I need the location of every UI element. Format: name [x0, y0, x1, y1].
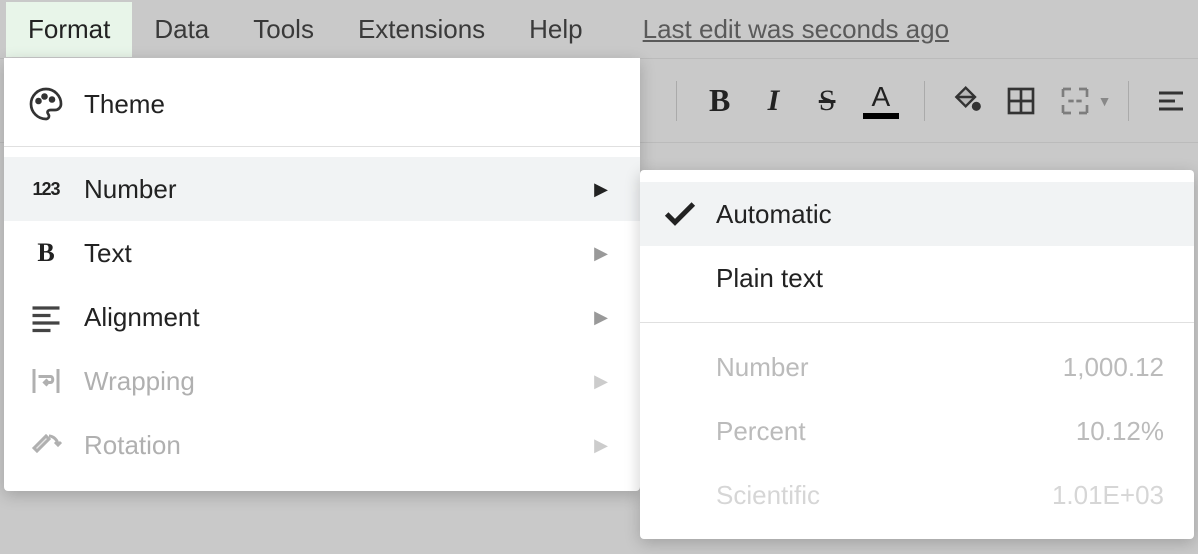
dropdown-separator [4, 146, 640, 147]
submenu-separator [640, 322, 1194, 323]
text-color-icon: A [863, 83, 899, 119]
strikethrough-button[interactable]: S [808, 79, 846, 123]
format-alignment[interactable]: Alignment ▶ [4, 285, 640, 349]
toolbar-separator [1128, 81, 1129, 121]
text-color-button[interactable]: A [862, 79, 900, 123]
menu-format[interactable]: Format [6, 2, 132, 57]
align-icon [1155, 85, 1187, 117]
number-automatic-label: Automatic [716, 199, 1164, 230]
format-text-label: Text [84, 238, 594, 269]
number-submenu: Automatic Plain text Number 1,000.12 Per… [640, 170, 1194, 539]
rotation-icon [28, 427, 64, 463]
number-percent-example: 10.12% [1076, 416, 1164, 447]
borders-icon [1005, 85, 1037, 117]
format-wrapping[interactable]: Wrapping ▶ [4, 349, 640, 413]
format-number-label: Number [84, 174, 594, 205]
number-number-example: 1,000.12 [1063, 352, 1164, 383]
borders-button[interactable] [1002, 79, 1040, 123]
menubar: Format Data Tools Extensions Help Last e… [0, 0, 1198, 58]
horizontal-align-button[interactable] [1152, 79, 1190, 123]
number-scientific[interactable]: Scientific 1.01E+03 [640, 463, 1194, 527]
fill-color-button[interactable] [949, 79, 987, 123]
bold-icon: B [28, 235, 64, 271]
number-percent-label: Percent [716, 416, 1076, 447]
menu-help[interactable]: Help [507, 2, 604, 57]
check-icon [660, 194, 700, 234]
format-theme[interactable]: Theme [4, 72, 640, 136]
check-placeholder [660, 347, 700, 387]
number-number-label: Number [716, 352, 1063, 383]
format-dropdown: Theme 123 Number ▶ B Text ▶ Alignment ▶ [4, 58, 640, 491]
bold-button[interactable]: B [701, 79, 739, 123]
menu-extensions[interactable]: Extensions [336, 2, 507, 57]
format-number[interactable]: 123 Number ▶ [4, 157, 640, 221]
number-number[interactable]: Number 1,000.12 [640, 335, 1194, 399]
paint-bucket-icon [951, 85, 983, 117]
strikethrough-icon: S [819, 84, 836, 118]
format-rotation-label: Rotation [84, 430, 594, 461]
last-edit-link[interactable]: Last edit was seconds ago [643, 14, 949, 45]
check-placeholder [660, 411, 700, 451]
chevron-right-icon: ▶ [594, 435, 608, 456]
chevron-right-icon: ▶ [594, 371, 608, 392]
merge-cells-button[interactable] [1056, 79, 1094, 123]
format-theme-label: Theme [84, 89, 616, 120]
number-scientific-label: Scientific [716, 480, 1052, 511]
format-rotation[interactable]: Rotation ▶ [4, 413, 640, 477]
italic-button[interactable]: I [755, 79, 793, 123]
check-placeholder [660, 475, 700, 515]
number-plain-text[interactable]: Plain text [640, 246, 1194, 310]
italic-icon: I [768, 84, 780, 118]
format-wrapping-label: Wrapping [84, 366, 594, 397]
check-placeholder [660, 258, 700, 298]
number-automatic[interactable]: Automatic [640, 182, 1194, 246]
toolbar-separator [676, 81, 677, 121]
format-text[interactable]: B Text ▶ [4, 221, 640, 285]
menu-tools[interactable]: Tools [231, 2, 336, 57]
menu-data[interactable]: Data [132, 2, 231, 57]
toolbar-separator [924, 81, 925, 121]
chevron-right-icon: ▶ [594, 243, 608, 264]
number-scientific-example: 1.01E+03 [1052, 480, 1164, 511]
chevron-right-icon: ▶ [594, 179, 608, 200]
number-123-icon: 123 [28, 171, 64, 207]
merge-icon [1059, 85, 1091, 117]
chevron-right-icon: ▶ [594, 307, 608, 328]
alignment-icon [28, 299, 64, 335]
number-plain-text-label: Plain text [716, 263, 1164, 294]
format-alignment-label: Alignment [84, 302, 594, 333]
palette-icon [28, 86, 64, 122]
number-percent[interactable]: Percent 10.12% [640, 399, 1194, 463]
wrapping-icon [28, 363, 64, 399]
chevron-down-icon: ▼ [1098, 93, 1112, 109]
bold-icon: B [709, 82, 730, 119]
